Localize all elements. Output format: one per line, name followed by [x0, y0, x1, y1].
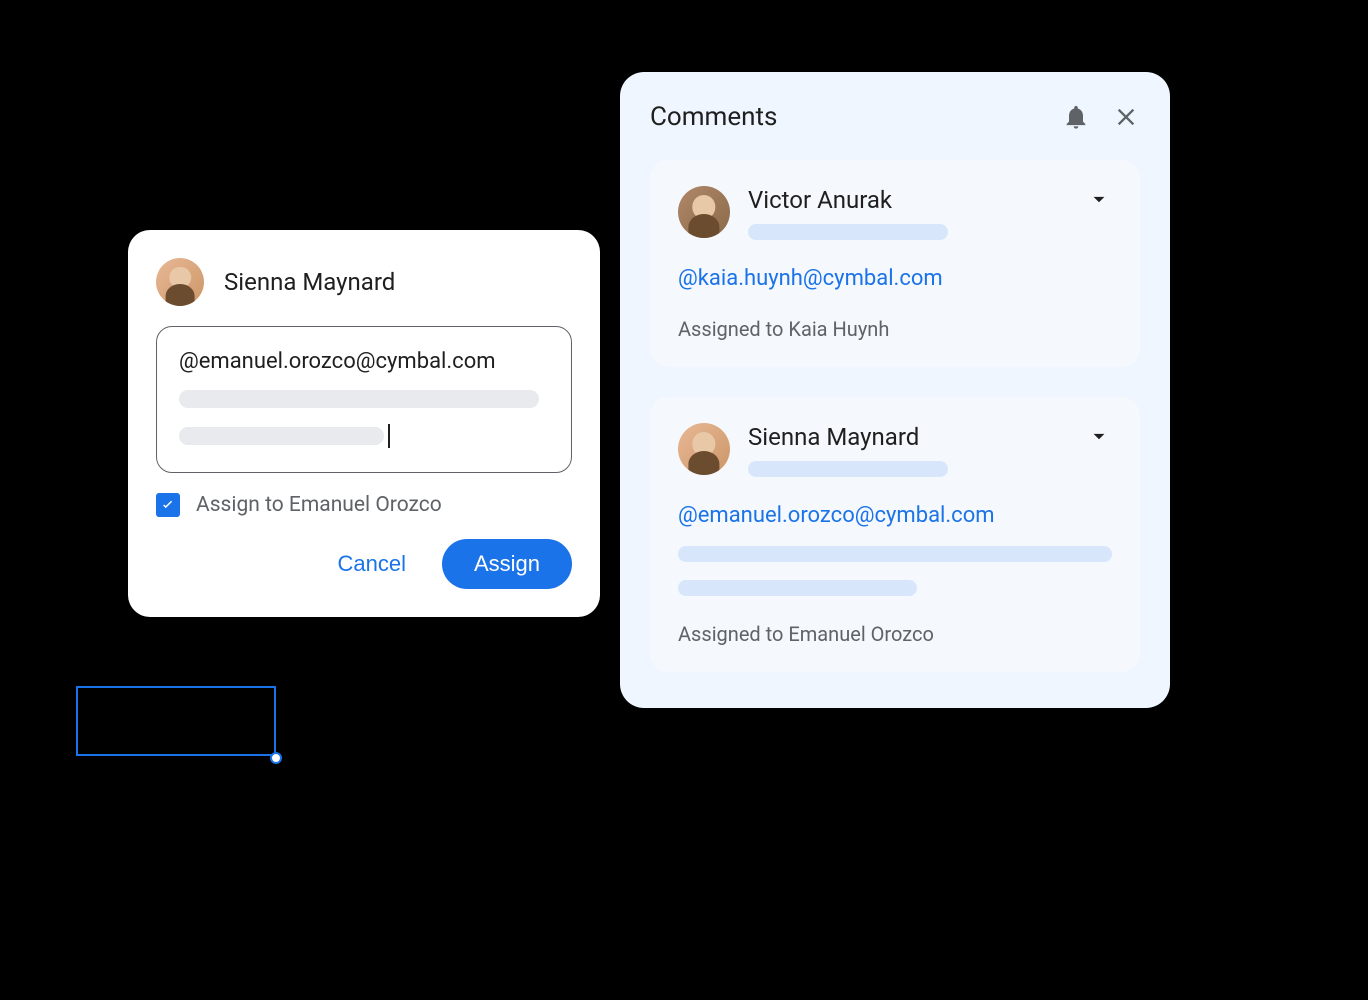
- close-icon[interactable]: [1112, 103, 1140, 131]
- comment-head: Victor Anurak: [678, 186, 1112, 240]
- cancel-button[interactable]: Cancel: [325, 541, 417, 587]
- comment-thread[interactable]: Sienna Maynard @emanuel.orozco@cymbal.co…: [650, 397, 1140, 672]
- notifications-icon[interactable]: [1062, 103, 1090, 131]
- comments-panel-title: Comments: [650, 102, 1040, 132]
- avatar: [678, 423, 730, 475]
- placeholder-bar: [678, 546, 1112, 562]
- placeholder-bar: [179, 427, 384, 445]
- compose-header: Sienna Maynard: [156, 258, 572, 306]
- check-icon: [159, 496, 177, 514]
- placeholder-bar: [678, 580, 917, 596]
- placeholder-bar: [748, 224, 948, 240]
- mention-text: @emanuel.orozco@cymbal.com: [179, 349, 549, 374]
- comment-author: Victor Anurak: [748, 186, 1068, 214]
- assign-button[interactable]: Assign: [442, 539, 572, 589]
- text-cursor: [388, 424, 390, 448]
- compose-actions: Cancel Assign: [156, 539, 572, 589]
- compose-author-name: Sienna Maynard: [224, 268, 395, 296]
- comment-body: @emanuel.orozco@cymbal.com: [678, 503, 1112, 596]
- comment-author: Sienna Maynard: [748, 423, 1068, 451]
- avatar: [156, 258, 204, 306]
- placeholder-bar: [179, 390, 539, 408]
- avatar: [678, 186, 730, 238]
- chevron-down-icon[interactable]: [1086, 186, 1112, 212]
- assign-label: Assign to Emanuel Orozco: [196, 493, 442, 517]
- assigned-to-label: Assigned to Emanuel Orozco: [678, 622, 1112, 646]
- comment-head: Sienna Maynard: [678, 423, 1112, 477]
- comment-thread[interactable]: Victor Anurak @kaia.huynh@cymbal.com Ass…: [650, 160, 1140, 367]
- comment-input[interactable]: @emanuel.orozco@cymbal.com: [156, 326, 572, 473]
- assigned-to-label: Assigned to Kaia Huynh: [678, 317, 1112, 341]
- comment-compose-card: Sienna Maynard @emanuel.orozco@cymbal.co…: [128, 230, 600, 617]
- placeholder-line: [179, 424, 549, 448]
- assign-checkbox[interactable]: [156, 493, 180, 517]
- mention-link[interactable]: @emanuel.orozco@cymbal.com: [678, 503, 1112, 528]
- placeholder-line: [179, 390, 549, 408]
- chevron-down-icon[interactable]: [1086, 423, 1112, 449]
- comment-body: @kaia.huynh@cymbal.com: [678, 266, 1112, 291]
- cell-selection-outline: [76, 686, 276, 756]
- mention-link[interactable]: @kaia.huynh@cymbal.com: [678, 266, 1112, 291]
- placeholder-bar: [748, 461, 948, 477]
- assign-checkbox-row: Assign to Emanuel Orozco: [156, 493, 572, 517]
- comments-panel: Comments Victor Anurak @kaia.huy: [620, 72, 1170, 708]
- comments-panel-header: Comments: [650, 102, 1140, 132]
- cell-selection-handle[interactable]: [270, 752, 282, 764]
